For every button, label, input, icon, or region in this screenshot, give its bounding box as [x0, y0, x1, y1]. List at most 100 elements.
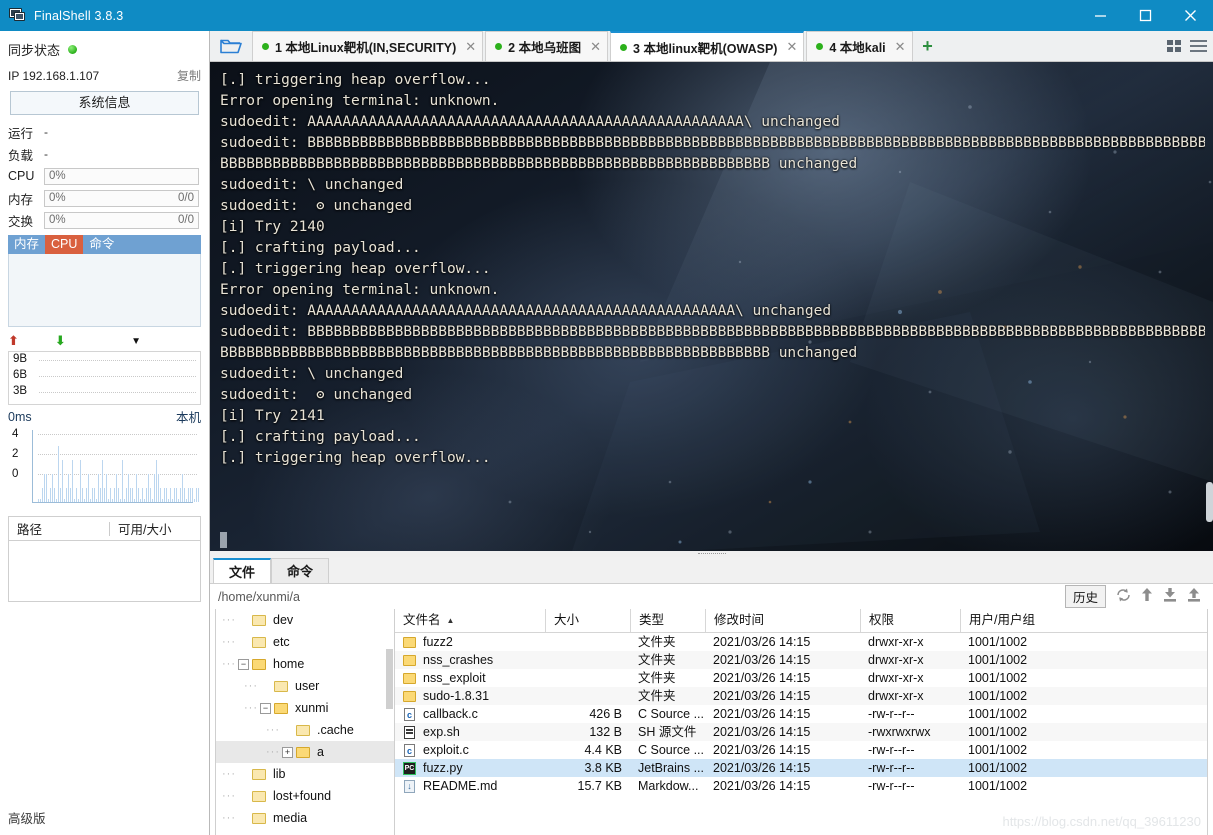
advanced-version-label[interactable]: 高级版: [8, 808, 46, 827]
terminal-pane[interactable]: [.] triggering heap overflow... Error op…: [210, 62, 1213, 557]
network-traffic-graph: 9B 6B 3B: [8, 351, 201, 405]
file-owner-cell: 1001/1002: [968, 671, 1028, 685]
file-row[interactable]: nss_exploit 文件夹 2021/03/26 14:15 drwxr-xr-x…: [395, 669, 1207, 687]
ping-bar: [86, 488, 87, 502]
session-tab-4[interactable]: 4 本地kali ✕: [806, 31, 913, 61]
file-row[interactable]: fuzz.py 3.8 KB JetBrains ... 2021/03/26 14:…: [395, 759, 1207, 777]
file-mtime-cell: 2021/03/26 14:15: [713, 761, 811, 775]
tree-item-xunmi[interactable]: ··· − xunmi: [216, 697, 394, 719]
memory-usage-value: 0%: [49, 192, 66, 204]
tree-item-lib[interactable]: ··· lib: [216, 763, 394, 785]
file-row[interactable]: README.md 15.7 KB Markdow... 2021/03/26 14:…: [395, 777, 1207, 795]
tree-item-dev[interactable]: ··· dev: [216, 609, 394, 631]
tree-item-home[interactable]: ··· − home: [216, 653, 394, 675]
directory-tree[interactable]: ··· dev ··· etc ··· − home ··· user ··· − xunmi ···.…: [215, 609, 395, 835]
tree-item--cache[interactable]: ··· .cache: [216, 719, 394, 741]
current-path-label[interactable]: /home/xunmi/a: [218, 590, 300, 604]
file-name-label: callback.c: [423, 707, 478, 721]
ping-bar: [166, 488, 167, 502]
file-size-cell: [545, 651, 630, 669]
disk-col-free: 可用/大小: [118, 523, 172, 537]
tab-files[interactable]: 文件: [213, 558, 272, 583]
close-icon[interactable]: ✕: [465, 39, 476, 55]
file-row[interactable]: nss_crashes 文件夹 2021/03/26 14:15 drwxr-xr-x…: [395, 651, 1207, 669]
new-tab-button[interactable]: +: [915, 31, 941, 61]
file-permissions-cell: drwxr-xr-x: [868, 653, 924, 667]
upload-to-server-icon[interactable]: [1187, 588, 1201, 605]
file-row[interactable]: exploit.c 4.4 KB C Source ... 2021/03/26 14…: [395, 741, 1207, 759]
terminal-scrollbar[interactable]: [1206, 482, 1213, 522]
file-row[interactable]: sudo-1.8.31 文件夹 2021/03/26 14:15 drwxr-xr-x…: [395, 687, 1207, 705]
process-tab-memory[interactable]: 内存: [8, 235, 45, 254]
file-permissions-cell: -rwxrwxrwx: [868, 725, 931, 739]
file-row[interactable]: fuzz2 文件夹 2021/03/26 14:15 drwxr-xr-x 1001/1…: [395, 633, 1207, 651]
process-tab-cpu[interactable]: CPU: [45, 235, 84, 254]
ping-bar: [158, 474, 159, 502]
ping-bar: [94, 488, 95, 502]
column-header-5[interactable]: 用户/用户组: [960, 609, 1080, 632]
column-header-2[interactable]: 类型: [630, 609, 705, 632]
system-info-button[interactable]: 系统信息: [10, 91, 199, 115]
file-list[interactable]: 文件名 ▲ 大小 类型 修改时间 权限 用户/用户组 fuzz2 文件夹 2021/03/26 …: [395, 609, 1208, 835]
chevron-down-icon[interactable]: ▼: [131, 336, 141, 347]
file-history-button[interactable]: 历史: [1064, 585, 1106, 608]
tree-item-media[interactable]: ··· media: [216, 807, 394, 829]
maximize-button[interactable]: [1123, 0, 1168, 31]
folder-icon: [252, 812, 267, 825]
file-name-cell: nss_crashes: [395, 651, 545, 669]
file-row[interactable]: callback.c 426 B C Source ... 2021/03/26 14…: [395, 705, 1207, 723]
grid-view-icon[interactable]: [1167, 39, 1183, 53]
file-manager-tabs: 文件 命令: [210, 557, 1213, 583]
refresh-icon[interactable]: [1116, 588, 1131, 605]
download-to-disk-icon[interactable]: [1163, 588, 1177, 605]
session-tab-3[interactable]: 3 本地linux靶机(OWASP) ✕: [610, 31, 805, 61]
column-header-1[interactable]: 大小: [545, 609, 630, 632]
tree-item-lost-found[interactable]: ··· lost+found: [216, 785, 394, 807]
ping-latency-graph: 4 2 0: [8, 426, 201, 508]
process-tab-command[interactable]: 命令: [83, 235, 120, 254]
close-icon[interactable]: ✕: [590, 39, 601, 55]
column-header-3[interactable]: 修改时间: [705, 609, 860, 632]
ping-bar: [142, 488, 143, 502]
close-icon[interactable]: ✕: [895, 39, 906, 55]
file-permissions-cell: -rw-r--r--: [868, 761, 915, 775]
file-name-cell: exploit.c: [395, 741, 545, 759]
file-row[interactable]: exp.sh 132 B SH 源文件 2021/03/26 14:15 -rwxrwx…: [395, 723, 1207, 741]
file-type-cell: 文件夹: [638, 689, 676, 703]
file-type-cell: JetBrains ...: [638, 761, 704, 775]
column-header-0[interactable]: 文件名 ▲: [395, 609, 545, 632]
net-ytick-2: 3B: [13, 385, 28, 397]
close-icon[interactable]: ✕: [786, 39, 797, 55]
tree-item-user[interactable]: ··· user: [216, 675, 394, 697]
tree-collapse-icon[interactable]: −: [260, 702, 271, 714]
close-button[interactable]: [1168, 0, 1213, 31]
tree-guide-line: ···: [222, 614, 236, 626]
tree-expand-icon[interactable]: +: [282, 746, 293, 758]
minimize-button[interactable]: [1078, 0, 1123, 31]
ping-host-label[interactable]: 本机: [176, 407, 201, 426]
hamburger-menu-icon[interactable]: [1190, 39, 1207, 53]
ip-row: IP 192.168.1.107 复制: [0, 63, 209, 86]
tree-item-a[interactable]: ··· + a: [216, 741, 394, 763]
file-size-cell: [545, 669, 630, 687]
upload-arrow-icon[interactable]: [1141, 588, 1153, 605]
session-tab-2[interactable]: 2 本地乌班图 ✕: [485, 31, 609, 61]
copy-ip-button[interactable]: 复制: [177, 67, 201, 84]
file-type-cell: 文件夹: [638, 671, 676, 685]
ping-bar: [192, 488, 193, 502]
session-tab-1[interactable]: 1 本地Linux靶机(IN,SECURITY) ✕: [252, 31, 484, 61]
file-type-cell: Markdow...: [638, 779, 699, 793]
open-folder-icon[interactable]: [210, 31, 252, 61]
column-header-4[interactable]: 权限: [860, 609, 960, 632]
file-owner-cell: 1001/1002: [968, 743, 1028, 757]
stat-label-memory: 内存: [8, 192, 34, 207]
c-file-icon: [403, 743, 417, 757]
ping-bar: [130, 488, 131, 502]
title-bar: FinalShell 3.8.3: [0, 0, 1213, 31]
ping-ytick-0: 4: [12, 428, 19, 440]
tree-item-etc[interactable]: ··· etc: [216, 631, 394, 653]
tab-commands[interactable]: 命令: [271, 558, 330, 583]
tree-collapse-icon[interactable]: −: [238, 658, 249, 670]
ping-ytick-1: 2: [12, 448, 19, 460]
